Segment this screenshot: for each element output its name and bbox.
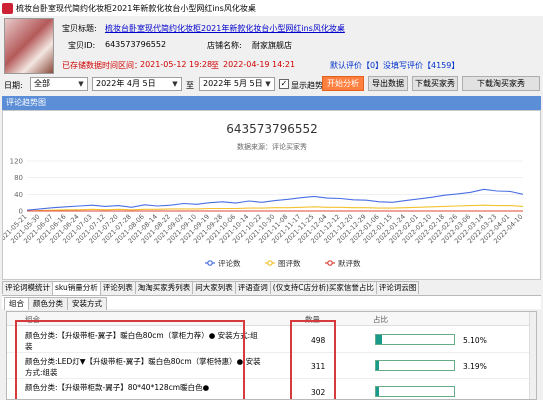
chart-subtitle: 数据来源：评论买家秀	[237, 142, 307, 151]
calendar-dropdown-icon: ▼	[172, 80, 178, 88]
product-id: 643573796552	[105, 40, 167, 49]
tab-6[interactable]: (仅支持C店分析)买家信誉占比	[269, 281, 377, 294]
shop-name: 耐家旗舰店	[252, 41, 292, 50]
range-start: 2021-05-12 19:28	[140, 60, 213, 69]
range-to: 至	[211, 61, 219, 70]
product-info: 宝贝标题: 梳妆台卧室现代简约化妆柜2021年新款化妆台小型网红ins风化妆桌 …	[0, 16, 543, 76]
end-date-picker[interactable]: 2022年 5月 5日 ▼	[199, 77, 275, 91]
ratio-bar	[375, 360, 455, 371]
subtab-0[interactable]: 组合	[4, 297, 29, 310]
ratio-bar-fill	[376, 361, 380, 370]
download-buyer-show-button[interactable]: 下载买家秀	[412, 76, 458, 91]
default-review-count: 默认评价【0】	[330, 61, 384, 70]
ratio-bar	[375, 334, 455, 345]
window-titlebar: 梳妆台卧室现代简约化妆柜2021年新款化妆台小型网红ins风化妆桌	[0, 0, 543, 16]
y-tick-label: 80	[14, 174, 23, 182]
ratio-bar-fill	[376, 387, 380, 396]
calendar-dropdown-icon: ▼	[265, 80, 271, 88]
window-title: 梳妆台卧室现代简约化妆柜2021年新款化妆台小型网红ins风化妆桌	[16, 3, 256, 13]
title-label: 宝贝标题:	[62, 24, 97, 33]
legend-label: 图评数	[278, 258, 301, 268]
highlight-box-combo	[15, 320, 245, 399]
header-ratio[interactable]: 占比	[373, 314, 388, 325]
sku-grid: 组合 数量 占比 颜色分类:【升级带柜-翼子】暖白色80cm（掌柜力荐）● 安装…	[6, 311, 537, 400]
grouping-subtabs: 组合 颜色分类 安装方式	[2, 295, 541, 310]
tab-3[interactable]: 淘淘买家秀列表	[134, 281, 194, 294]
chart-title: 643573796552	[226, 122, 318, 136]
scope-select[interactable]: 全部 ▼	[30, 77, 88, 91]
legend-label: 默评数	[338, 258, 361, 268]
shop-label: 店铺名称:	[207, 41, 242, 50]
range-prefix: 已存储数据时间区间：	[62, 61, 142, 70]
analysis-tabs: 评论词模统计 sku销量分析 评论列表 淘淘买家秀列表 问大家列表 评语查词 (仅支持C店分…	[2, 281, 541, 295]
grid-scrollbar[interactable]	[529, 312, 536, 399]
y-tick-label: 40	[14, 191, 23, 199]
filter-bar: 日期: 全部 ▼ 2022年 4月 5日 ▼ 至 2022年 5月 5日 ▼ ✓…	[0, 76, 543, 94]
y-tick-label: 120	[10, 158, 23, 166]
tab-7[interactable]: 评论词云图	[375, 281, 420, 294]
id-label: 宝贝ID:	[68, 41, 96, 50]
app-icon	[2, 2, 13, 14]
start-date-picker[interactable]: 2022年 4月 5日 ▼	[92, 77, 182, 91]
ratio-pct: 3.19%	[463, 362, 487, 371]
legend-marker	[207, 260, 213, 266]
trend-panel-heading: 评论趋势图	[2, 96, 541, 110]
start-date-value: 2022年 4月 5日	[96, 79, 156, 88]
show-trend-checkbox[interactable]: ✓	[279, 79, 289, 89]
highlight-box-count	[290, 320, 336, 399]
no-review-count: 没填写评价【4159】	[383, 61, 460, 70]
subtab-2[interactable]: 安装方式	[67, 297, 107, 310]
date-label: 日期:	[4, 81, 23, 90]
product-thumbnail	[4, 18, 54, 74]
range-end: 2022-04-19 14:21	[223, 60, 296, 69]
tab-4[interactable]: 问大家列表	[192, 281, 236, 294]
legend-marker	[327, 260, 333, 266]
legend-label: 评论数	[218, 258, 241, 268]
scope-value: 全部	[34, 79, 50, 88]
chevron-down-icon: ▼	[78, 80, 84, 88]
ratio-bar-fill	[376, 335, 382, 344]
tab-0[interactable]: 评论词模统计	[2, 281, 53, 294]
subtab-1[interactable]: 颜色分类	[28, 297, 68, 310]
ratio-bar	[375, 386, 455, 397]
tab-1[interactable]: sku销量分析	[52, 281, 101, 295]
end-date-value: 2022年 5月 5日	[203, 79, 263, 88]
legend-marker	[267, 260, 273, 266]
tab-5[interactable]: 评语查词	[234, 281, 271, 294]
series-line-评论数	[26, 188, 524, 211]
download-tao-buyer-show-button[interactable]: 下载淘买家秀	[462, 76, 540, 91]
export-button[interactable]: 导出数据	[368, 76, 408, 91]
product-title-link[interactable]: 梳妆台卧室现代简约化妆柜2021年新款化妆台小型网红ins风化妆桌	[105, 23, 345, 34]
tab-2[interactable]: 评论列表	[99, 281, 136, 294]
ratio-pct: 5.10%	[463, 336, 487, 345]
trend-chart-svg: 643573796552数据来源：评论买家秀040801202021-05-21…	[3, 122, 524, 268]
to-label: 至	[186, 81, 194, 90]
analyze-button[interactable]: 开始分析	[322, 76, 364, 91]
trend-chart: 643573796552 数据来源：评论买家秀 0 40 80 120 2021-05-21…	[2, 110, 541, 280]
